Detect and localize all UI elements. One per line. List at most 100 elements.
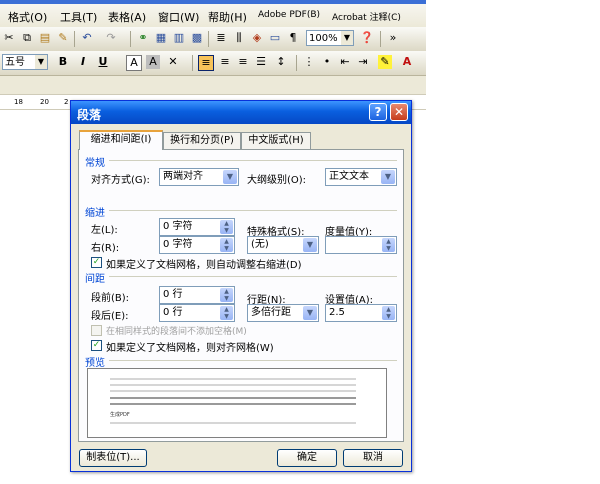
- chevron-down-icon[interactable]: ▼: [35, 55, 47, 69]
- char-shading-icon[interactable]: A: [146, 55, 160, 69]
- bullets-icon[interactable]: •: [320, 55, 334, 69]
- spin-arrows-icon[interactable]: ▲ ▼: [220, 220, 233, 234]
- distribute-icon[interactable]: ☰: [254, 55, 268, 69]
- char-border-icon[interactable]: A: [126, 55, 142, 71]
- checkmark-icon: ✓: [92, 257, 101, 267]
- indent-right-spinner[interactable]: 0 字符 ▲ ▼: [159, 236, 235, 254]
- space-before-spinner[interactable]: 0 行 ▲ ▼: [159, 286, 235, 304]
- chevron-down-icon[interactable]: ▼: [303, 306, 317, 320]
- columns-icon[interactable]: ≣: [214, 31, 228, 45]
- toolbar-separator: [192, 55, 193, 71]
- indent-left-label: 左(L):: [91, 225, 118, 236]
- line-spacing-select[interactable]: 多倍行距 ▼: [247, 304, 319, 322]
- menu-format[interactable]: 格式(O): [8, 9, 47, 25]
- font-size-combo[interactable]: 五号 ▼: [2, 54, 48, 70]
- hyperlink-icon[interactable]: ⚭: [136, 31, 150, 45]
- section-divider: [109, 360, 397, 361]
- chevron-down-icon[interactable]: ▼: [303, 238, 317, 252]
- help-icon[interactable]: ❓: [360, 31, 374, 45]
- cancel-button[interactable]: 取消: [343, 449, 403, 467]
- outline-level-label: 大纲级别(O):: [247, 175, 307, 186]
- numbering-icon[interactable]: ⋮: [302, 55, 316, 69]
- tables-borders-icon[interactable]: ▦: [154, 31, 168, 45]
- underline-button[interactable]: U: [96, 55, 110, 69]
- dialog-titlebar[interactable]: 段落 ? ✕: [71, 101, 411, 124]
- more-icon[interactable]: »: [386, 31, 400, 45]
- tabs-button[interactable]: 制表位(T)...: [79, 449, 147, 467]
- menu-acrobat-comment[interactable]: Acrobat 注释(C): [332, 10, 401, 23]
- tab-asian-typography[interactable]: 中文版式(H): [241, 132, 311, 149]
- preview-line: [110, 384, 356, 386]
- show-hide-icon[interactable]: ¶: [286, 31, 300, 45]
- space-after-spinner[interactable]: 0 行 ▲ ▼: [159, 304, 235, 322]
- menu-bar: 格式(O) 工具(T) 表格(A) 窗口(W) 帮助(H) Adobe PDF(…: [0, 4, 426, 28]
- font-color-button[interactable]: A: [400, 55, 414, 69]
- alignment-value: 两端对齐: [163, 171, 203, 182]
- highlight-icon[interactable]: ✎: [378, 55, 392, 69]
- cut-icon[interactable]: ✂: [2, 31, 16, 45]
- special-indent-value: (无): [251, 239, 269, 250]
- close-button[interactable]: ✕: [390, 103, 408, 121]
- align-right-icon[interactable]: ≡: [236, 55, 250, 69]
- spin-arrows-icon[interactable]: ▲ ▼: [220, 238, 233, 252]
- chevron-down-icon[interactable]: ▼: [341, 31, 353, 45]
- indent-by-spinner[interactable]: ▲ ▼: [325, 236, 397, 254]
- space-before-value: 0 行: [163, 289, 183, 300]
- char-scale-icon[interactable]: ✕: [166, 55, 180, 69]
- line-spacing-at-spinner[interactable]: 2.5 ▲ ▼: [325, 304, 397, 322]
- no-space-same-style-checkbox[interactable]: [91, 325, 102, 336]
- section-preview-heading: 预览: [85, 358, 105, 369]
- snap-to-grid-checkbox[interactable]: ✓: [91, 340, 102, 351]
- drawing-icon[interactable]: ⫼: [232, 31, 246, 45]
- menu-help[interactable]: 帮助(H): [208, 9, 247, 25]
- outline-level-select[interactable]: 正文文本 ▼: [325, 168, 397, 186]
- format-painter-icon[interactable]: ✎: [56, 31, 70, 45]
- paragraph-dialog: 段落 ? ✕ 缩进和间距(I) 换行和分页(P) 中文版式(H) 常规 对齐方式…: [70, 100, 412, 472]
- zoom-combo[interactable]: 100% ▼: [306, 30, 354, 46]
- outline-level-value: 正文文本: [329, 171, 369, 182]
- menu-adobe-pdf[interactable]: Adobe PDF(B): [258, 10, 320, 20]
- font-size-value: 五号: [5, 57, 25, 68]
- alignment-select[interactable]: 两端对齐 ▼: [159, 168, 239, 186]
- special-indent-select[interactable]: (无) ▼: [247, 236, 319, 254]
- spin-arrows-icon[interactable]: ▲ ▼: [382, 306, 395, 320]
- auto-adjust-right-indent-checkbox[interactable]: ✓: [91, 257, 102, 268]
- indent-left-spinner[interactable]: 0 字符 ▲ ▼: [159, 218, 235, 236]
- increase-indent-icon[interactable]: ⇥: [356, 55, 370, 69]
- insert-table-icon[interactable]: ▥: [172, 31, 186, 45]
- menu-table[interactable]: 表格(A): [108, 9, 146, 25]
- insert-excel-icon[interactable]: ▩: [190, 31, 204, 45]
- chevron-down-icon[interactable]: ▼: [223, 170, 237, 184]
- chevron-down-icon[interactable]: ▼: [381, 170, 395, 184]
- read-icon[interactable]: ▭: [268, 31, 282, 45]
- spin-arrows-icon[interactable]: ▲ ▼: [220, 306, 233, 320]
- spin-arrows-icon[interactable]: ▲ ▼: [220, 288, 233, 302]
- ok-button[interactable]: 确定: [277, 449, 337, 467]
- checkmark-icon: ✓: [92, 340, 101, 350]
- help-button[interactable]: ?: [369, 103, 387, 121]
- justify-icon[interactable]: ≡: [198, 55, 214, 71]
- italic-button[interactable]: I: [76, 55, 90, 69]
- toolbar-separator: [296, 55, 297, 71]
- document-map-icon[interactable]: ◈: [250, 31, 264, 45]
- formatting-toolbar: 五号 ▼ B I U A A ✕ ≡ ≡ ≡ ☰ ↕ ⋮ • ⇤ ⇥ ✎ A: [0, 51, 426, 76]
- paste-icon[interactable]: ▤: [38, 31, 52, 45]
- tab-indents-spacing[interactable]: 缩进和间距(I): [79, 130, 163, 150]
- bold-button[interactable]: B: [56, 55, 70, 69]
- ruler-mark: 20: [40, 98, 49, 106]
- align-center-icon[interactable]: ≡: [218, 55, 232, 69]
- tab-line-page-breaks[interactable]: 换行和分页(P): [163, 132, 241, 149]
- menu-window[interactable]: 窗口(W): [158, 9, 199, 25]
- decrease-indent-icon[interactable]: ⇤: [338, 55, 352, 69]
- dialog-title: 段落: [77, 108, 102, 122]
- line-spacing-icon[interactable]: ↕: [274, 55, 288, 69]
- copy-icon[interactable]: ⧉: [20, 31, 34, 45]
- ruler-mark: 18: [14, 98, 23, 106]
- undo-icon[interactable]: ↶: [80, 31, 94, 45]
- redo-icon[interactable]: ↷: [104, 31, 118, 45]
- section-spacing-heading: 间距: [85, 274, 105, 285]
- menu-tools[interactable]: 工具(T): [60, 9, 97, 25]
- spin-arrows-icon[interactable]: ▲ ▼: [382, 238, 395, 252]
- section-divider: [109, 160, 397, 161]
- standard-toolbar: ✂ ⧉ ▤ ✎ ↶ ↷ ⚭ ▦ ▥ ▩ ≣ ⫼ ◈ ▭ ¶ 100% ▼ ❓ »: [0, 27, 426, 52]
